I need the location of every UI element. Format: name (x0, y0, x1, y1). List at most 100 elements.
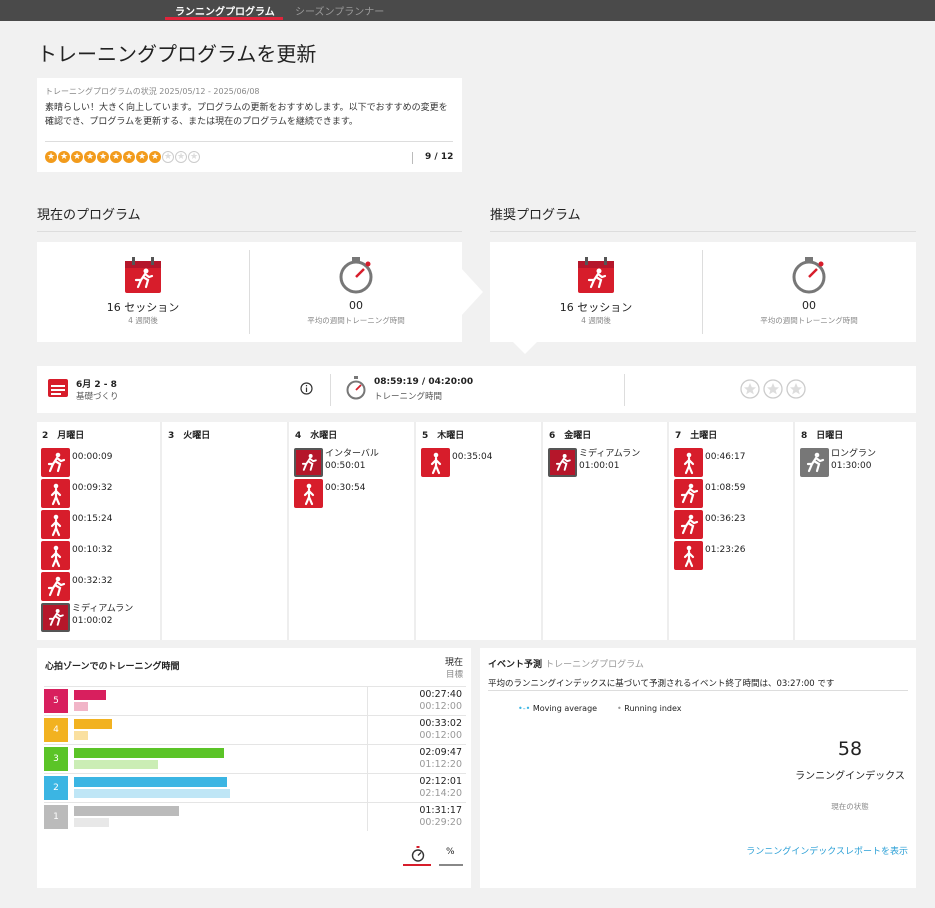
workout-item[interactable]: ロングラン 01:30:00 (800, 448, 876, 477)
workout-item[interactable]: 01:23:26 (674, 541, 745, 570)
program-status-card: トレーニングプログラムの状況 2025/05/12 - 2025/06/08 素… (37, 78, 462, 172)
workout-duration: 01:00:02 (72, 616, 113, 626)
toggle-indicator (439, 864, 463, 866)
workout-name: インターバル (325, 449, 379, 459)
workout-item[interactable]: 01:08:59 (674, 479, 745, 508)
run-icon (674, 510, 703, 539)
week-summary-bar: 6月 2 - 8 基礎づくり 08:59:19 / 04:20:00 トレーニン… (37, 366, 916, 413)
star-filled-icon: ★ (97, 151, 109, 163)
hr-zone-row: 3 02:09:47 01:12:20 (44, 744, 466, 772)
workout-duration: 00:50:01 (325, 461, 366, 471)
zone-number: 5 (44, 689, 68, 713)
workout-item[interactable]: インターバル 00:50:01 (294, 448, 379, 477)
zone-current-time: 02:09:47 (419, 747, 462, 758)
status-stars: ★ ★ ★ ★ ★ ★ ★ ★ ★ ★ ★ ★ (45, 151, 200, 163)
workout-item[interactable]: 00:35:04 (421, 448, 492, 477)
page-title: トレーニングプログラムを更新 (37, 42, 317, 66)
workout-item[interactable]: ミディアムラン 01:00:02 (41, 603, 133, 632)
zone-current-time: 00:27:40 (419, 689, 462, 700)
workout-text: 01:23:26 (705, 541, 745, 556)
run-icon (674, 479, 703, 508)
star-filled-icon: ★ (149, 151, 161, 163)
workout-text: 00:00:09 (72, 448, 112, 463)
legend-ma-label: Moving average (532, 704, 598, 713)
legend-running-index: • Running index (617, 704, 681, 713)
recommended-avg-weekly: 00 (802, 299, 816, 312)
workout-name: ロングラン (831, 449, 877, 459)
tab-running-program[interactable]: ランニングプログラム (175, 3, 275, 18)
recommended-avg-weekly-sub: 平均の週間トレーニング時間 (760, 316, 858, 325)
current-program-card: 16 セッション 4 週間後 00 平均の週間トレーニング時間 (37, 242, 462, 342)
stopwatch-icon (792, 257, 826, 294)
run-icon (548, 448, 577, 477)
calendar-run-icon (125, 257, 161, 293)
zone-target-time: 02:14:20 (419, 788, 462, 799)
zone-target-time: 00:29:20 (419, 817, 462, 828)
workout-item[interactable]: 00:46:17 (674, 448, 745, 477)
divider (488, 690, 908, 691)
workout-item[interactable]: 00:30:54 (294, 479, 365, 508)
star-empty-icon: ★ (162, 151, 174, 163)
workout-item[interactable]: 00:09:32 (41, 479, 112, 508)
day-header: 7 土曜日 (675, 431, 718, 441)
star-filled-icon: ★ (110, 151, 122, 163)
workout-text: インターバル 00:50:01 (325, 448, 379, 472)
zone-number: 3 (44, 747, 68, 771)
zone-current-bar (74, 777, 227, 787)
workout-text: 00:35:04 (452, 448, 492, 463)
workout-item[interactable]: 00:00:09 (41, 448, 112, 477)
workout-duration: 01:30:00 (831, 461, 872, 471)
workout-item[interactable]: 00:15:24 (41, 510, 112, 539)
zone-target-time: 00:12:00 (419, 701, 462, 712)
event-title-sub: トレーニングプログラム (545, 660, 644, 670)
active-tab-indicator (165, 17, 283, 20)
divider (367, 686, 368, 831)
active-toggle-indicator (403, 864, 431, 866)
workout-text: 00:09:32 (72, 479, 112, 494)
workout-duration: 00:30:54 (325, 483, 366, 493)
info-icon[interactable] (300, 382, 313, 395)
stopwatch-icon (346, 376, 366, 400)
run-icon (800, 448, 829, 477)
divider (412, 152, 413, 164)
workout-item[interactable]: 00:32:32 (41, 572, 112, 601)
run-icon (41, 603, 70, 632)
workout-item[interactable]: 00:10:32 (41, 541, 112, 570)
percent-toggle[interactable]: % (446, 847, 455, 857)
stopwatch-toggle-icon[interactable] (410, 846, 426, 862)
day-column: 4 水曜日 インターバル 00:50:01 00:30:54 (290, 422, 416, 640)
workout-item[interactable]: 00:36:23 (674, 510, 745, 539)
walk-icon (41, 479, 70, 508)
run-icon (294, 448, 323, 477)
workout-duration: 01:08:59 (705, 483, 746, 493)
workout-duration: 00:46:17 (705, 452, 746, 462)
hr-zones-legend: 現在 目標 (445, 657, 463, 681)
star-empty-icon: ★ (175, 151, 187, 163)
week-training-time-label: トレーニング時間 (374, 392, 443, 402)
workout-duration: 00:10:32 (72, 545, 113, 555)
stopwatch-icon (339, 257, 373, 294)
current-program-title: 現在のプログラム (37, 208, 141, 223)
week-phase: 基礎づくり (76, 392, 119, 402)
top-nav: ランニングプログラム シーズンプランナー (0, 0, 935, 21)
workout-item[interactable]: ミディアムラン 01:00:01 (548, 448, 640, 477)
calendar-run-icon (578, 257, 614, 293)
star-filled-icon: ★ (136, 151, 148, 163)
running-index-report-link[interactable]: ランニングインデックスレポートを表示 (746, 844, 908, 857)
workout-text: 00:36:23 (705, 510, 745, 525)
workout-duration: 00:32:32 (72, 576, 113, 586)
status-message: 素晴らしい！大きく向上しています。プログラムの更新をおすすめします。以下でおすす… (45, 103, 448, 127)
workout-duration: 00:36:23 (705, 514, 746, 524)
tab-season-planner[interactable]: シーズンプランナー (295, 3, 384, 18)
workout-text: 00:46:17 (705, 448, 745, 463)
running-index-value: 58 (837, 738, 863, 760)
zone-number: 1 (44, 805, 68, 829)
day-column: 7 土曜日 00:46:17 01:08:59 00:36:23 01:23:26 (670, 422, 795, 640)
workout-text: 00:10:32 (72, 541, 112, 556)
star-filled-icon: ★ (84, 151, 96, 163)
running-index-label: ランニングインデックス (795, 771, 905, 782)
walk-icon (674, 448, 703, 477)
hr-zone-row: 5 00:27:40 00:12:00 (44, 686, 466, 714)
zone-target-time: 00:12:00 (419, 730, 462, 741)
day-header: 5 木曜日 (422, 431, 465, 441)
